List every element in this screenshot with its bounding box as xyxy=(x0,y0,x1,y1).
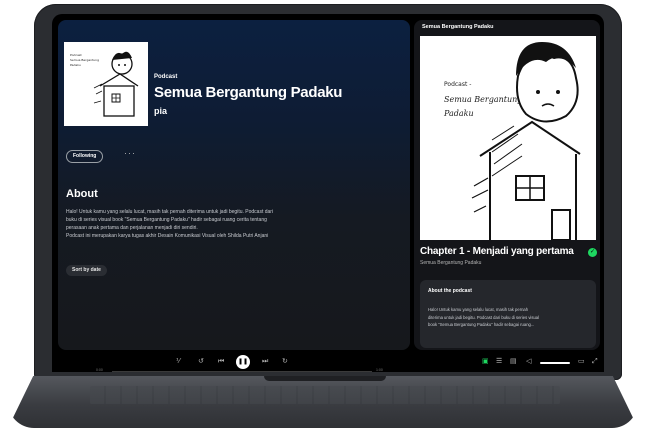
about-podcast-card: About the podcast Halo! Untuk kamu yang … xyxy=(420,280,596,348)
time-elapsed: 0:00 xyxy=(96,368,103,372)
now-playing-header[interactable]: Semua Bergantung Padaku xyxy=(422,24,494,30)
cover-caption-2: Semua Bergantung xyxy=(70,58,99,62)
about-line: buku di series visual book "Semua Bergan… xyxy=(66,217,267,223)
pause-button[interactable]: ❚❚ xyxy=(236,355,250,369)
podcast-author[interactable]: pia xyxy=(154,106,167,116)
speed-icon[interactable]: ⅟ xyxy=(176,358,180,366)
fullscreen-icon[interactable]: ⤢ xyxy=(592,358,598,366)
progress-bar[interactable] xyxy=(112,371,372,372)
now-playing-panel: Semua Bergantung Padaku Podcast - Semua … xyxy=(414,20,600,350)
cover-caption-1: Podcast xyxy=(70,53,82,57)
laptop-keyboard xyxy=(90,386,560,404)
laptop-hinge-notch xyxy=(264,376,386,381)
about-line: Podcast ini merupakan karya tugas akhir … xyxy=(66,233,269,239)
card-line: diterima untuk jadi begitu. Podcast dari… xyxy=(428,314,540,320)
house-child-illustration-icon: Podcast Semua Bergantung Padaku xyxy=(70,51,139,117)
podcast-cover-art[interactable]: Podcast Semua Bergantung Padaku xyxy=(64,42,148,126)
more-options-icon[interactable]: ··· xyxy=(124,148,136,158)
card-heading: About the podcast xyxy=(428,288,472,294)
large-cover-caption-1: Podcast - xyxy=(444,81,471,88)
about-heading: About xyxy=(66,188,98,200)
now-playing-view-icon[interactable]: ▣ xyxy=(482,358,489,366)
about-line: perasaan anak pertama dan perjalanan men… xyxy=(66,225,198,231)
check-circle-icon[interactable]: ✓ xyxy=(588,248,597,257)
volume-slider[interactable] xyxy=(540,362,570,364)
podcast-type-label: Podcast xyxy=(154,74,178,80)
episode-title[interactable]: Chapter 1 - Menjadi yang pertama xyxy=(420,246,588,257)
miniplayer-icon[interactable]: ▭ xyxy=(578,358,585,366)
sort-button[interactable]: Sort by date xyxy=(66,265,107,276)
about-line: Halo! Untuk kamu yang selalu lucat, masi… xyxy=(66,209,274,215)
page-title: Semua Bergantung Padaku xyxy=(154,84,343,101)
card-line: Halo! Untuk kamu yang selalu lucat, masi… xyxy=(428,307,529,312)
episode-show-name[interactable]: Semua Bergantung Padaku xyxy=(420,260,481,266)
large-cover-caption-3: Padaku xyxy=(443,109,474,118)
card-line: book "Semua Bergantung Padaku" hadir seb… xyxy=(428,322,535,327)
forward-15-icon[interactable]: ↻ xyxy=(282,358,288,366)
rewind-15-icon[interactable]: ↺ xyxy=(198,358,204,366)
following-button[interactable]: Following xyxy=(66,150,104,163)
large-cover-caption-2: Semua Bergantung xyxy=(444,95,522,104)
connect-device-icon[interactable]: ▤ xyxy=(510,358,517,366)
about-description: Halo! Untuk kamu yang selalu lucat, masi… xyxy=(66,208,396,240)
volume-icon[interactable]: ◁ xyxy=(526,358,531,366)
cover-caption-3: Padaku xyxy=(70,63,81,67)
episode-cover-art: Podcast - Semua Bergantung Padaku xyxy=(420,36,596,240)
podcast-main-panel: Podcast Semua Bergantung Padaku Podcast … xyxy=(58,20,410,350)
house-child-illustration-icon: Podcast - Semua Bergantung Padaku xyxy=(443,42,581,240)
skip-forward-icon[interactable]: ⏭ xyxy=(262,358,268,366)
pause-icon: ❚❚ xyxy=(237,359,249,365)
card-description: Halo! Untuk kamu yang selalu lucat, masi… xyxy=(428,306,590,329)
time-total: 1:00 xyxy=(376,368,383,372)
skip-back-icon[interactable]: ⏮ xyxy=(218,358,224,366)
queue-icon[interactable]: ☰ xyxy=(496,358,502,366)
player-bar: ⅟ ↺ ⏮ ❚❚ ⏭ ↻ 0:00 1:00 ▣ ☰ ▤ ◁ ▭ ⤢ xyxy=(52,352,604,372)
laptop-screen: Podcast Semua Bergantung Padaku Podcast … xyxy=(52,14,604,372)
